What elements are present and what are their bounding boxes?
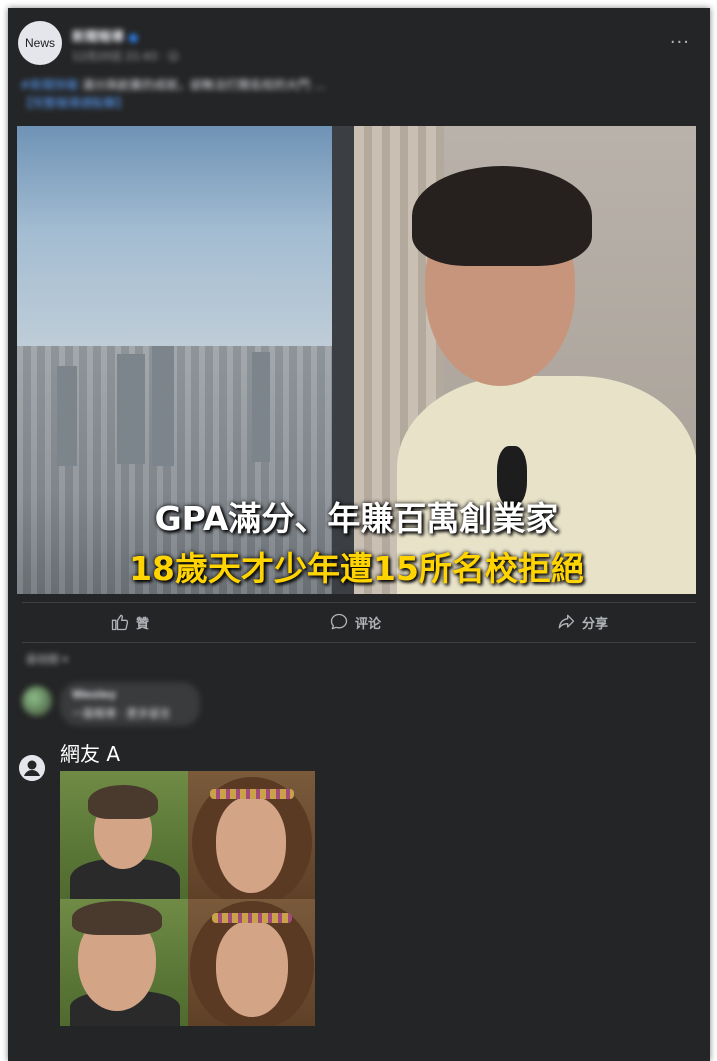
comment-text: 一篇報導 · 更多留言: [72, 707, 171, 720]
face: [215, 920, 288, 1017]
caption-text: 滿分與創業的成就，卻無法打開名校的大門 …: [81, 78, 326, 92]
building: [57, 366, 77, 466]
like-label: 贊: [136, 616, 150, 632]
hair: [72, 900, 162, 935]
comment-icon: [330, 613, 348, 630]
reply-author[interactable]: 網友 A: [60, 738, 120, 767]
share-label: 分享: [582, 616, 609, 632]
like-button[interactable]: 贊: [110, 612, 149, 632]
comment-sort-dropdown[interactable]: 最相關 ▾: [26, 651, 68, 667]
building: [117, 354, 145, 464]
divider: [22, 602, 696, 603]
image-headline: GPA滿分、年賺百萬創業家: [154, 499, 559, 538]
building: [152, 346, 174, 466]
comment-button[interactable]: 评论: [329, 612, 381, 632]
meme-panel-top-left: [60, 771, 188, 899]
more-options-icon[interactable]: ···: [670, 32, 690, 53]
meme-panel-bottom-right: [187, 898, 315, 1026]
headband: [211, 912, 292, 923]
caption-link[interactable]: 【完整報導請點擊】: [20, 96, 128, 110]
building: [252, 352, 270, 462]
hair: [88, 785, 158, 819]
headband: [209, 789, 294, 799]
user-icon: [19, 755, 45, 781]
post-caption: #新聞快報 滿分與創業的成就，卻無法打開名校的大門 … 【完整報導請點擊】: [20, 76, 680, 112]
sky-area: [17, 126, 332, 366]
comment-author[interactable]: Wesley: [72, 688, 116, 701]
meme-panel-bottom-left: [60, 898, 188, 1026]
reply-meme-image[interactable]: [60, 771, 315, 1026]
page-name[interactable]: 新聞報導 ●: [72, 26, 138, 45]
post-card: News 新聞報導 ● 12月20日 21:43 · ☺ ··· #新聞快報 滿…: [8, 8, 710, 1061]
image-subheadline: 18歲天才少年遭15所名校拒絕: [129, 549, 584, 588]
share-button[interactable]: 分享: [556, 612, 608, 632]
share-icon: [558, 614, 575, 629]
post-timestamp[interactable]: 12月20日 21:43 · ☺: [72, 48, 179, 64]
post-image[interactable]: GPA滿分、年賺百萬創業家 18歲天才少年遭15所名校拒絕: [17, 126, 696, 594]
commenter-avatar[interactable]: [22, 686, 52, 716]
page-avatar[interactable]: News: [18, 21, 62, 65]
verified-badge-icon: ●: [128, 31, 139, 44]
comment-label: 评论: [355, 616, 382, 632]
meme-panel-top-right: [187, 771, 315, 899]
caption-hashtag[interactable]: #新聞快報: [20, 78, 78, 92]
thumbs-up-icon: [111, 614, 129, 631]
person-hair: [412, 166, 592, 266]
page-name-text: 新聞報導: [72, 30, 125, 45]
face: [215, 797, 286, 893]
reply-avatar[interactable]: [19, 755, 45, 781]
page-avatar-label: News: [24, 36, 55, 50]
divider: [22, 642, 696, 643]
